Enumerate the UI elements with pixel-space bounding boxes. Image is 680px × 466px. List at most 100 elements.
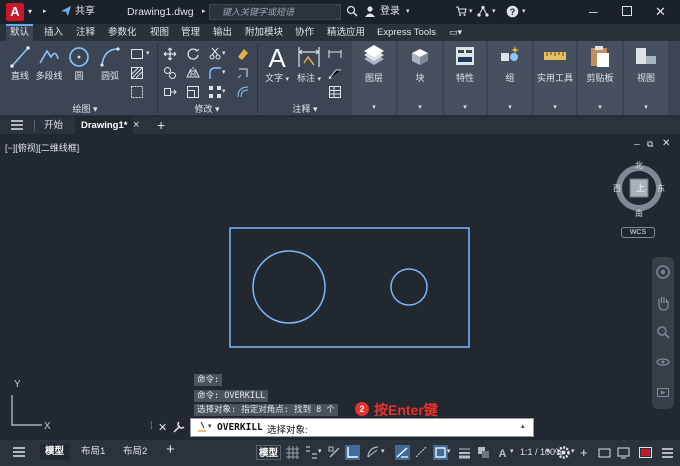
offset-icon[interactable] [236, 85, 250, 99]
drawing-canvas[interactable]: [−][俯视][二维线框] ─ ⧉ ✕ Y X 上 北 南 西 东 WCS 命令… [0, 135, 680, 439]
wcs-menu[interactable]: WCS [621, 227, 655, 238]
search-input[interactable]: 键入关键字或短语 [209, 4, 341, 20]
leader-icon[interactable] [328, 66, 342, 80]
tab-default[interactable]: 默认 [6, 24, 34, 41]
help-chevron-icon[interactable]: ▾ [522, 0, 526, 24]
isolate-objects-icon[interactable] [597, 445, 612, 460]
grip-handle-icon[interactable]: ⁞ [150, 421, 153, 432]
tab-view[interactable]: 视图 [146, 24, 173, 41]
copy-icon[interactable] [163, 66, 177, 80]
app-menu-button[interactable]: A [6, 3, 24, 21]
maximize-icon[interactable] [622, 0, 632, 24]
clipboard-panel[interactable]: 剪贴板 ▾ [578, 41, 622, 115]
customization-menu-icon[interactable] [660, 445, 675, 460]
clean-screen-icon[interactable] [638, 445, 653, 460]
add-layout-icon[interactable]: + [166, 441, 175, 458]
array-chevron-icon[interactable]: ▾ [222, 87, 226, 95]
command-line[interactable]: ▾ OVERKILL 选择对象: ▴ [190, 418, 534, 437]
polar-icon[interactable] [366, 445, 381, 460]
tab-manage[interactable]: 管理 [177, 24, 204, 41]
close-icon[interactable]: ✕ [655, 0, 666, 24]
view-panel[interactable]: 视图 ▾ [624, 41, 668, 115]
layout-menu-icon[interactable] [12, 445, 26, 462]
customize-icon[interactable] [172, 420, 186, 437]
pan-hand-icon[interactable] [656, 295, 670, 311]
add-icon[interactable]: + [580, 445, 588, 460]
rotate-icon[interactable] [186, 47, 200, 61]
viewcube-east[interactable]: 东 [657, 183, 665, 194]
hamburger-menu-icon[interactable] [10, 118, 24, 135]
object-snap-chevron-icon[interactable]: ▾ [447, 447, 451, 455]
tab-express-tools[interactable]: Express Tools [373, 24, 440, 41]
trim-chevron-icon[interactable]: ▾ [222, 49, 226, 57]
array-icon[interactable] [208, 85, 222, 99]
qat-chevron-icon[interactable]: ▸ [43, 0, 47, 24]
tab-parametric[interactable]: 参数化 [104, 24, 141, 41]
orbit-icon[interactable] [656, 355, 670, 369]
drawing-tab[interactable]: Drawing1* [75, 117, 134, 134]
trim-icon[interactable] [208, 47, 222, 61]
infer-constraints-icon[interactable] [327, 445, 342, 460]
command-history-toggle-icon[interactable]: ▴ [521, 422, 525, 430]
scale-chevron-icon[interactable]: ▾ [546, 447, 550, 455]
showmotion-icon[interactable] [656, 385, 670, 399]
block-panel[interactable]: 块 ▾ [398, 41, 442, 115]
share-icon[interactable] [60, 0, 72, 24]
fillet-icon[interactable] [208, 66, 222, 80]
steering-wheel-icon[interactable] [656, 265, 670, 279]
modify-panel-title[interactable]: 修改 ▾ [163, 103, 251, 115]
user-icon[interactable] [364, 0, 376, 24]
drawing-geometry[interactable]: Y X [0, 135, 680, 439]
linear-dim-icon[interactable] [328, 47, 342, 61]
cmd-close-icon[interactable]: ✕ [158, 421, 167, 434]
layers-panel[interactable]: 图层 ▾ [352, 41, 396, 115]
annotation-chevron-icon[interactable]: ▾ [510, 447, 514, 455]
cart-icon[interactable] [455, 0, 467, 24]
object-snap-tracking-icon[interactable] [414, 445, 429, 460]
layout2-tab[interactable]: 布局2 [118, 444, 152, 460]
explode-icon[interactable] [236, 66, 250, 80]
snap-chevron-icon[interactable]: ▾ [318, 447, 322, 455]
recent-commands-chevron-icon[interactable]: ▾ [208, 422, 212, 430]
scale-icon[interactable] [186, 85, 200, 99]
snap-icon[interactable] [304, 445, 319, 460]
connect-icon[interactable] [477, 0, 489, 24]
polar-chevron-icon[interactable]: ▾ [381, 447, 385, 455]
ribbon-minimize-icon[interactable]: ▭▾ [445, 24, 466, 41]
fillet-chevron-icon[interactable]: ▾ [222, 68, 226, 76]
circle-tool[interactable]: 圆 [67, 45, 91, 82]
layout1-tab[interactable]: 布局1 [76, 444, 110, 460]
help-icon[interactable]: ? [506, 0, 519, 24]
tab-output[interactable]: 输出 [209, 24, 236, 41]
tab-collaborate[interactable]: 协作 [291, 24, 318, 41]
zoom-icon[interactable] [656, 325, 670, 339]
line-tool[interactable]: 直线 [8, 45, 32, 82]
cart-chevron-icon[interactable]: ▾ [469, 0, 473, 24]
rectangle-icon[interactable] [130, 47, 144, 61]
draw-panel-title[interactable]: 绘图 ▾ [20, 103, 150, 115]
draw-more-chevron-icon[interactable]: ▾ [146, 49, 150, 57]
login-chevron-icon[interactable]: ▾ [406, 0, 410, 24]
minimize-icon[interactable]: ─ [589, 0, 598, 24]
arc-tool[interactable]: 圆弧 [98, 45, 122, 82]
new-tab-icon[interactable]: + [157, 117, 165, 134]
hardware-acceleration-icon[interactable] [616, 445, 631, 460]
boundary-icon[interactable] [130, 85, 144, 99]
table-icon[interactable] [328, 85, 342, 99]
hatch-icon[interactable] [130, 66, 144, 80]
ortho-icon[interactable] [345, 445, 360, 460]
viewcube-north[interactable]: 北 [635, 160, 643, 171]
mirror-icon[interactable] [186, 66, 200, 80]
groups-panel[interactable]: 组 ▾ [488, 41, 532, 115]
transparency-icon[interactable] [476, 445, 491, 460]
viewcube-south[interactable]: 南 [635, 208, 643, 219]
move-icon[interactable] [163, 47, 177, 61]
connect-chevron-icon[interactable]: ▾ [492, 0, 496, 24]
settings-gear-icon[interactable] [556, 445, 571, 460]
grid-icon[interactable] [285, 445, 300, 460]
text-tool[interactable]: A 文字 ▾ [263, 43, 291, 84]
properties-panel[interactable]: 特性 ▾ [444, 41, 486, 115]
login-button[interactable]: 登录 [380, 0, 400, 24]
annotation-scale-icon[interactable]: A [495, 445, 510, 460]
tab-insert[interactable]: 插入 [40, 24, 67, 41]
